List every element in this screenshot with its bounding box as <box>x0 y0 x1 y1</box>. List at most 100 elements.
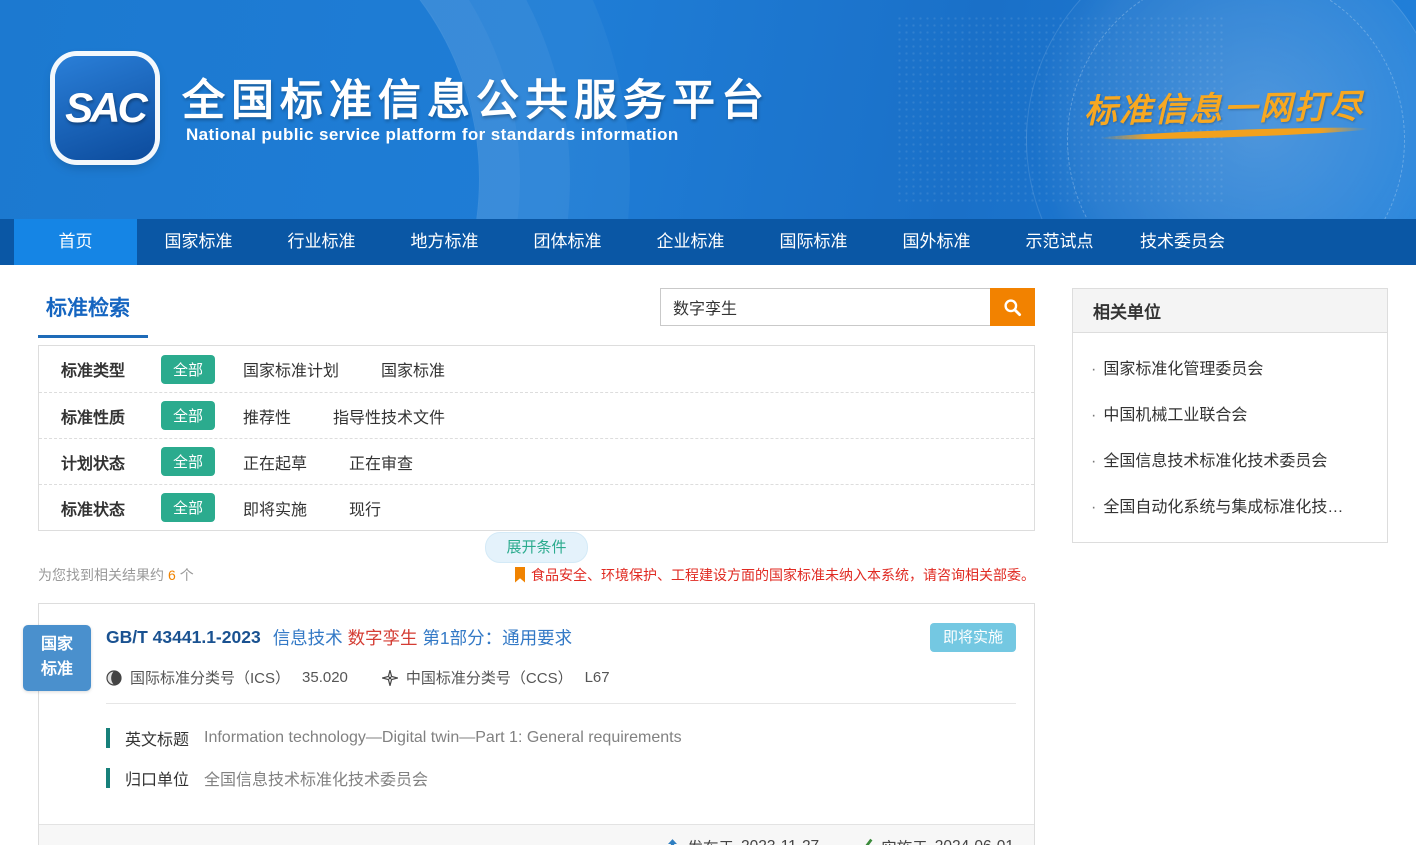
field-row-committee: 归口单位 全国信息技术标准化技术委员会 <box>106 766 1016 790</box>
results-count-suffix: 个 <box>180 567 194 583</box>
field-row-english-title: 英文标题 Information technology—Digital twin… <box>106 726 1016 750</box>
nav-item-pilot[interactable]: 示范试点 <box>998 219 1121 265</box>
published-label: 发布于 <box>688 836 735 845</box>
nav-item-home[interactable]: 首页 <box>14 219 137 265</box>
site-subtitle: National public service platform for sta… <box>186 125 679 145</box>
search-input[interactable] <box>660 288 990 326</box>
implemented-label: 实施于 <box>881 836 928 845</box>
results-summary-row: 为您找到相关结果约6个 食品安全、环境保护、工程建设方面的国家标准未纳入本系统，… <box>38 565 1035 585</box>
publish-upload-icon <box>664 838 681 845</box>
search-row: 标准检索 <box>38 288 1035 345</box>
results-count-text: 为您找到相关结果约6个 <box>38 565 194 585</box>
filter-all-button[interactable]: 全部 <box>161 355 215 384</box>
notice-text: 食品安全、环境保护、工程建设方面的国家标准未纳入本系统，请咨询相关部委。 <box>531 565 1035 585</box>
nav-item-group-standards[interactable]: 团体标准 <box>506 219 629 265</box>
sidebar-item-automation-committee[interactable]: 全国自动化系统与集成标准化技… <box>1073 493 1387 517</box>
sidebar-item-sac[interactable]: 国家标准化管理委员会 <box>1073 355 1387 379</box>
left-column: 标准检索 标准类型 全部 国家标准计划 国家标准 标准性质 全 <box>38 288 1035 845</box>
filter-row-standard-type: 标准类型 全部 国家标准计划 国家标准 <box>39 346 1034 392</box>
badge-line1: 国家 <box>41 633 73 658</box>
nav-item-international-standards[interactable]: 国际标准 <box>752 219 875 265</box>
implemented-date-group: 实施于 2024-06-01 <box>857 836 1014 845</box>
filter-option[interactable]: 现行 <box>349 496 381 520</box>
filter-option[interactable]: 指导性技术文件 <box>333 404 445 428</box>
ics-group: 国际标准分类号（ICS） 35.020 <box>106 667 348 688</box>
search-box <box>660 288 1035 326</box>
expand-conditions-wrap: 展开条件 <box>38 531 1035 558</box>
title-keyword-highlight: 数字孪生 <box>348 628 418 648</box>
result-card: 国家 标准 GB/T 43441.1-2023 信息技术 数字孪生 第1部分：通… <box>38 603 1035 845</box>
filter-all-button[interactable]: 全部 <box>161 401 215 430</box>
card-footer: 发布于 2023-11-27 实施于 2024-06-01 <box>39 824 1034 845</box>
field-label: 归口单位 <box>125 766 189 790</box>
filter-option[interactable]: 推荐性 <box>243 404 291 428</box>
ics-label: 国际标准分类号（ICS） <box>130 667 290 688</box>
sidebar: 相关单位 国家标准化管理委员会 中国机械工业联合会 全国信息技术标准化技术委员会… <box>1072 288 1388 845</box>
card-title-row: GB/T 43441.1-2023 信息技术 数字孪生 第1部分：通用要求 即将… <box>106 623 1016 652</box>
card-meta-row: 国际标准分类号（ICS） 35.020 中国标准分类号（CCS） L67 <box>106 667 1016 704</box>
card-fields: 英文标题 Information technology—Digital twin… <box>39 704 1034 814</box>
filter-option[interactable]: 正在审查 <box>349 450 413 474</box>
standard-code-link[interactable]: GB/T 43441.1-2023 <box>106 627 261 648</box>
badge-line2: 标准 <box>41 658 73 683</box>
ccs-label: 中国标准分类号（CCS） <box>406 667 573 688</box>
filter-row-standard-status: 标准状态 全部 即将实施 现行 <box>39 484 1034 530</box>
field-accent-bar <box>106 728 110 748</box>
expand-conditions-button[interactable]: 展开条件 <box>485 532 587 563</box>
results-count-number: 6 <box>168 567 176 583</box>
search-icon <box>1003 298 1022 317</box>
sidebar-item-machinery-federation[interactable]: 中国机械工业联合会 <box>1073 401 1387 425</box>
nav-item-industry-standards[interactable]: 行业标准 <box>260 219 383 265</box>
header-banner: SAC 全国标准信息公共服务平台 National public service… <box>0 0 1416 219</box>
nav-item-foreign-standards[interactable]: 国外标准 <box>875 219 998 265</box>
bookmark-icon <box>514 567 526 583</box>
sac-logo[interactable]: SAC <box>55 56 155 160</box>
field-value: 全国信息技术标准化技术委员会 <box>204 766 428 790</box>
main-nav: 首页 国家标准 行业标准 地方标准 团体标准 企业标准 国际标准 国外标准 示范… <box>0 219 1416 265</box>
nav-item-local-standards[interactable]: 地方标准 <box>383 219 506 265</box>
title-part2: 第1部分：通用要求 <box>422 628 572 648</box>
filter-label: 标准状态 <box>61 496 161 520</box>
sidebar-item-it-standardization-committee[interactable]: 全国信息技术标准化技术委员会 <box>1073 447 1387 471</box>
filter-row-standard-nature: 标准性质 全部 推荐性 指导性技术文件 <box>39 392 1034 438</box>
published-date-group: 发布于 2023-11-27 <box>664 836 820 845</box>
page-title: 标准检索 <box>38 288 148 338</box>
search-button[interactable] <box>990 288 1035 326</box>
main-content: 标准检索 标准类型 全部 国家标准计划 国家标准 标准性质 全 <box>0 265 1416 845</box>
globe-icon <box>106 670 122 686</box>
field-label: 英文标题 <box>125 726 189 750</box>
results-count-prefix: 为您找到相关结果约 <box>38 567 164 583</box>
status-badge: 即将实施 <box>930 623 1016 652</box>
filter-option[interactable]: 国家标准计划 <box>243 357 339 381</box>
filter-all-button[interactable]: 全部 <box>161 447 215 476</box>
standard-type-badge: 国家 标准 <box>23 625 91 691</box>
filter-label: 计划状态 <box>61 450 161 474</box>
standard-title-link[interactable]: 信息技术 数字孪生 第1部分：通用要求 <box>273 625 572 650</box>
filter-option[interactable]: 正在起草 <box>243 450 307 474</box>
ics-value: 35.020 <box>302 669 348 686</box>
filter-label: 标准类型 <box>61 357 161 381</box>
filter-row-plan-status: 计划状态 全部 正在起草 正在审查 <box>39 438 1034 484</box>
filter-label: 标准性质 <box>61 404 161 428</box>
ccs-group: 中国标准分类号（CCS） L67 <box>382 667 610 688</box>
filter-option[interactable]: 国家标准 <box>381 357 445 381</box>
filter-panel: 标准类型 全部 国家标准计划 国家标准 标准性质 全部 推荐性 指导性技术文件 … <box>38 345 1035 531</box>
implemented-date: 2024-06-01 <box>935 838 1014 845</box>
compass-icon <box>382 670 398 686</box>
implement-check-icon <box>857 838 874 845</box>
title-part1: 信息技术 <box>273 628 343 648</box>
related-units-title: 相关单位 <box>1073 289 1387 333</box>
field-accent-bar <box>106 768 110 788</box>
nav-item-enterprise-standards[interactable]: 企业标准 <box>629 219 752 265</box>
filter-option[interactable]: 即将实施 <box>243 496 307 520</box>
field-value: Information technology—Digital twin—Part… <box>204 729 682 747</box>
site-title: 全国标准信息公共服务平台 <box>182 66 770 128</box>
related-units-box: 相关单位 国家标准化管理委员会 中国机械工业联合会 全国信息技术标准化技术委员会… <box>1072 288 1388 543</box>
nav-item-technical-committee[interactable]: 技术委员会 <box>1121 219 1244 265</box>
nav-item-national-standards[interactable]: 国家标准 <box>137 219 260 265</box>
slogan-text: 标准信息一网打尽 <box>1084 80 1365 133</box>
published-date: 2023-11-27 <box>741 838 819 845</box>
filter-all-button[interactable]: 全部 <box>161 493 215 522</box>
sac-logo-text: SAC <box>65 84 145 132</box>
ccs-value: L67 <box>585 669 610 686</box>
